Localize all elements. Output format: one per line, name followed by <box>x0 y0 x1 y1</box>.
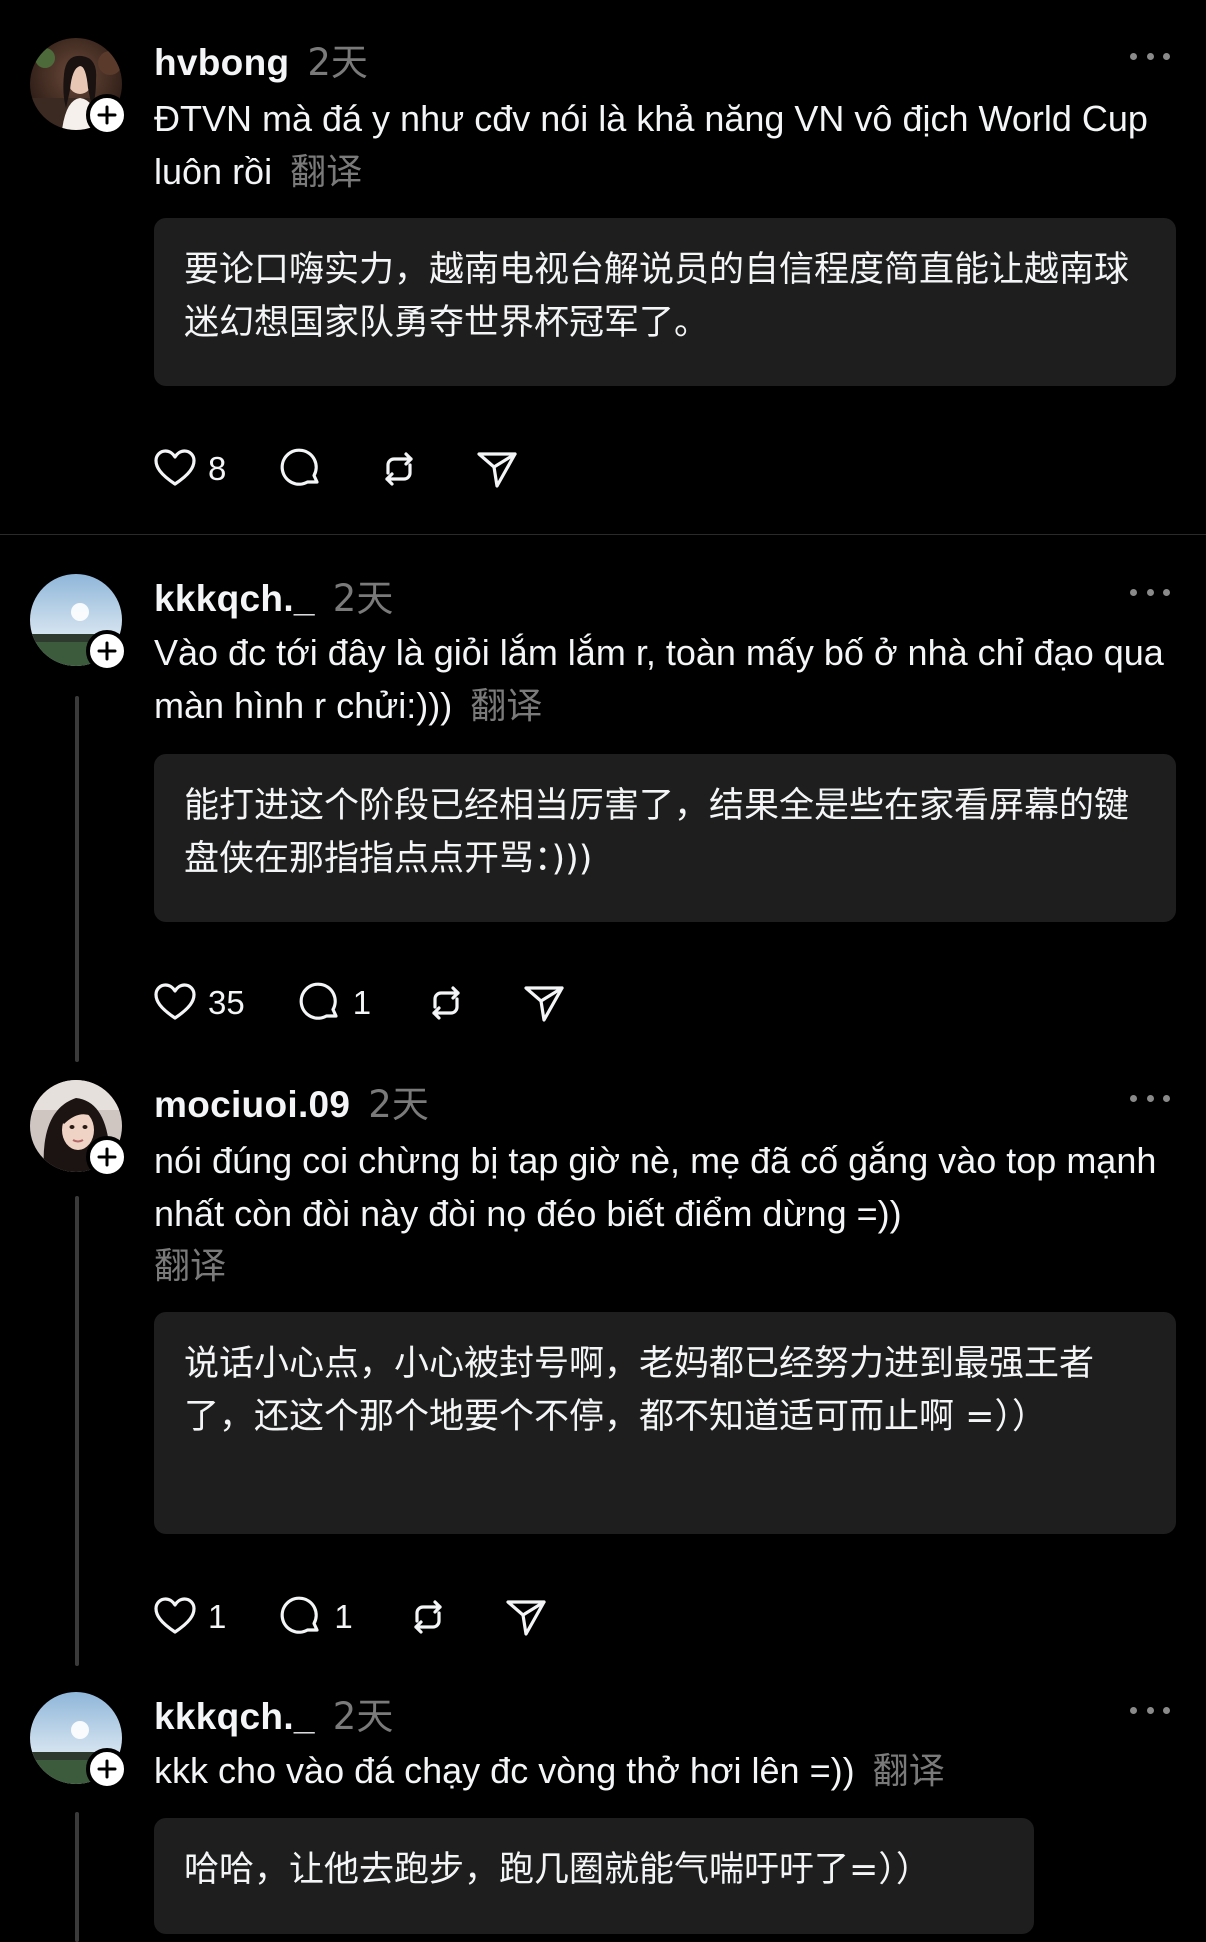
action-bar: 1 1 <box>152 1592 601 1642</box>
post-header: kkkqch._ 2天 <box>154 568 393 622</box>
like-count: 8 <box>208 450 227 487</box>
post-body: Vào đc tới đây là giỏi lắm lắm r, toàn m… <box>154 632 1164 726</box>
more-dots-icon <box>1130 1706 1137 1714</box>
post-text: kkk cho vào đá chạy đc vòng thở hơi lên … <box>154 1744 1164 1798</box>
heart-icon <box>154 449 196 486</box>
timestamp: 2天 <box>368 1083 429 1126</box>
send-icon <box>524 986 564 1022</box>
more-options-button[interactable] <box>1130 1700 1170 1720</box>
post-3: mociuoi.09 2天 nói đúng coi chừng bị tap … <box>0 1056 1206 1670</box>
post-4: kkkqch._ 2天 kkk cho vào đá chạy đc vòng … <box>0 1670 1206 1942</box>
heart-icon <box>154 1597 196 1634</box>
share-button[interactable] <box>474 446 520 492</box>
more-dots-icon <box>1130 52 1137 60</box>
avatar[interactable] <box>30 38 128 136</box>
like-count: 35 <box>208 984 245 1021</box>
avatar[interactable] <box>30 574 128 672</box>
post-2: kkkqch._ 2天 Vào đc tới đây là giỏi lắm l… <box>0 536 1206 1062</box>
comment-bubble-icon <box>281 448 319 486</box>
follow-button[interactable] <box>86 94 128 136</box>
plus-icon <box>97 1147 117 1167</box>
send-icon <box>506 1600 546 1636</box>
reply-count: 1 <box>352 984 372 1021</box>
repost-button[interactable] <box>405 1594 451 1640</box>
share-button[interactable] <box>503 1594 549 1640</box>
timestamp: 2天 <box>332 1695 394 1738</box>
timestamp: 2天 <box>332 577 394 620</box>
comment-bubble-icon <box>299 982 338 1020</box>
more-dots-icon <box>1130 588 1137 596</box>
follow-button[interactable] <box>86 1748 128 1790</box>
translate-link[interactable]: 翻译 <box>290 152 362 193</box>
heart-icon <box>154 983 196 1020</box>
username[interactable]: mociuoi.09 <box>154 1084 350 1126</box>
repost-icon <box>432 986 460 1020</box>
reply-count: 1 <box>334 1598 353 1635</box>
thread-line <box>75 1196 79 1666</box>
action-bar: 8 <box>152 444 572 494</box>
action-bar: 35 1 <box>152 978 619 1028</box>
translate-link[interactable]: 翻译 <box>470 686 542 727</box>
reply-button[interactable]: 1 <box>278 1594 353 1640</box>
avatar[interactable] <box>30 1692 128 1790</box>
share-button[interactable] <box>521 980 567 1026</box>
username[interactable]: kkkqch._ <box>154 1696 315 1738</box>
like-count: 1 <box>208 1598 227 1635</box>
repost-icon <box>385 452 413 486</box>
post-divider <box>0 534 1206 535</box>
translation-box: 哈哈，让他去跑步，跑几圈就能气喘吁吁了=）） <box>154 1818 1034 1934</box>
post-text: nói đúng coi chừng bị tap giờ nè, mẹ đã … <box>154 1134 1164 1293</box>
translate-link[interactable]: 翻译 <box>873 1751 945 1792</box>
follow-button[interactable] <box>86 630 128 672</box>
send-icon <box>477 452 517 488</box>
thread-line <box>75 1812 79 1942</box>
post-text: Vào đc tới đây là giỏi lắm lắm r, toàn m… <box>154 626 1164 733</box>
thread-line <box>75 696 79 1062</box>
like-button[interactable]: 35 <box>152 980 245 1026</box>
post-body: nói đúng coi chừng bị tap giờ nè, mẹ đã … <box>154 1140 1157 1234</box>
avatar[interactable] <box>30 1080 128 1178</box>
repost-button[interactable] <box>423 980 469 1026</box>
post-header: kkkqch._ 2天 <box>154 1686 393 1740</box>
username[interactable]: hvbong <box>154 42 289 84</box>
like-button[interactable]: 1 <box>152 1594 226 1640</box>
repost-button[interactable] <box>376 446 422 492</box>
timestamp: 2天 <box>307 41 368 84</box>
more-options-button[interactable] <box>1130 1088 1170 1108</box>
username[interactable]: kkkqch._ <box>154 578 315 620</box>
follow-button[interactable] <box>86 1136 128 1178</box>
reply-button[interactable]: 1 <box>297 980 371 1026</box>
plus-icon <box>97 105 117 125</box>
more-options-button[interactable] <box>1130 582 1170 602</box>
post-header: hvbong 2天 <box>154 32 368 86</box>
translation-box: 要论口嗨实力，越南电视台解说员的自信程度简直能让越南球迷幻想国家队勇夺世界杯冠军… <box>154 218 1176 386</box>
translation-box: 能打进这个阶段已经相当厉害了，结果全是些在家看屏幕的键盘侠在那指指点点开骂：))… <box>154 754 1176 922</box>
more-options-button[interactable] <box>1130 46 1170 66</box>
reply-button[interactable] <box>278 446 324 492</box>
post-text: ĐTVN mà đá y như cđv nói là khả năng VN … <box>154 92 1164 199</box>
like-button[interactable]: 8 <box>152 446 226 492</box>
post-header: mociuoi.09 2天 <box>154 1074 429 1128</box>
more-dots-icon <box>1130 1094 1137 1102</box>
post-1: hvbong 2天 ĐTVN mà đá y như cđv nói là kh… <box>0 0 1206 535</box>
translation-box: 说话小心点，小心被封号啊，老妈都已经努力进到最强王者了，还这个那个地要个不停，都… <box>154 1312 1176 1534</box>
translate-link[interactable]: 翻译 <box>154 1240 1164 1293</box>
repost-icon <box>414 1600 442 1634</box>
plus-icon <box>97 641 117 661</box>
plus-icon <box>97 1759 117 1779</box>
comment-bubble-icon <box>281 1596 319 1634</box>
post-body: kkk cho vào đá chạy đc vòng thở hơi lên … <box>154 1750 855 1791</box>
